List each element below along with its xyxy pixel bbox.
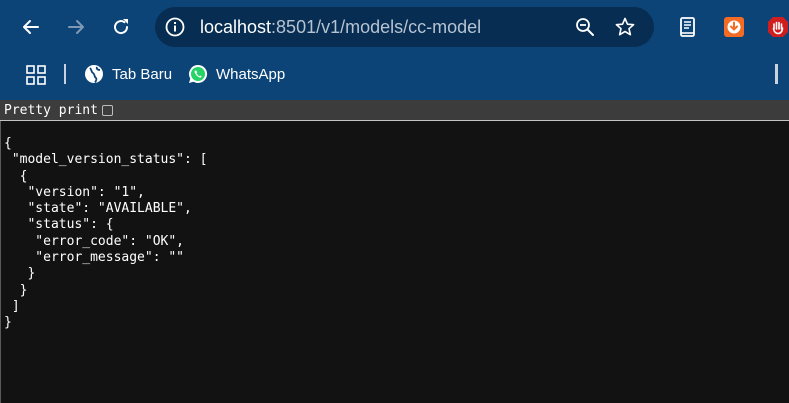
address-bar[interactable]: localhost:8501/v1/models/cc-model [155,7,654,47]
apps-grid-icon [26,65,46,85]
bookmarks-bar: Tab Baru WhatsApp [0,54,789,100]
bookmark-star-button[interactable] [613,15,637,39]
download-extension-button[interactable] [722,15,746,39]
globe-icon [85,65,103,83]
bookmarks-overflow-edge [775,64,778,84]
url-text[interactable]: localhost:8501/v1/models/cc-model [200,7,481,47]
apps-button[interactable] [25,64,47,86]
bookmarks-separator [64,64,66,84]
reload-icon [114,19,129,35]
zoom-button[interactable] [573,15,597,39]
whatsapp-icon [189,64,208,83]
url-path: :8501/v1/models/cc-model [271,17,482,37]
site-info-button[interactable] [163,15,187,39]
bookmark-tab-baru[interactable]: Tab Baru [84,62,172,86]
url-host: localhost [200,17,272,37]
back-button[interactable] [16,12,46,42]
site-info-icon [165,17,185,37]
reading-list-button[interactable] [676,15,700,39]
page-left-border [0,121,1,403]
ublock-button[interactable] [766,15,789,39]
bookmark-star-icon [615,17,635,36]
browser-toolbar: localhost:8501/v1/models/cc-model [0,0,789,54]
json-content: { "model_version_status": [ { "version":… [4,136,208,331]
reading-list-icon [680,17,695,37]
forward-button[interactable] [61,12,91,42]
zoom-icon [576,18,594,36]
download-extension-icon [724,17,744,37]
arrow-right-icon [68,20,84,34]
pretty-print-checkbox[interactable] [101,104,113,116]
bookmark-whatsapp[interactable]: WhatsApp [188,62,285,86]
arrow-left-icon [23,20,39,34]
reload-button[interactable] [106,12,136,42]
pretty-print-label: Pretty print [4,102,98,118]
bookmark-label: Tab Baru [112,65,173,83]
ublock-icon [768,17,788,37]
pretty-print-bar: Pretty print [0,100,789,121]
bookmark-label: WhatsApp [216,65,286,83]
